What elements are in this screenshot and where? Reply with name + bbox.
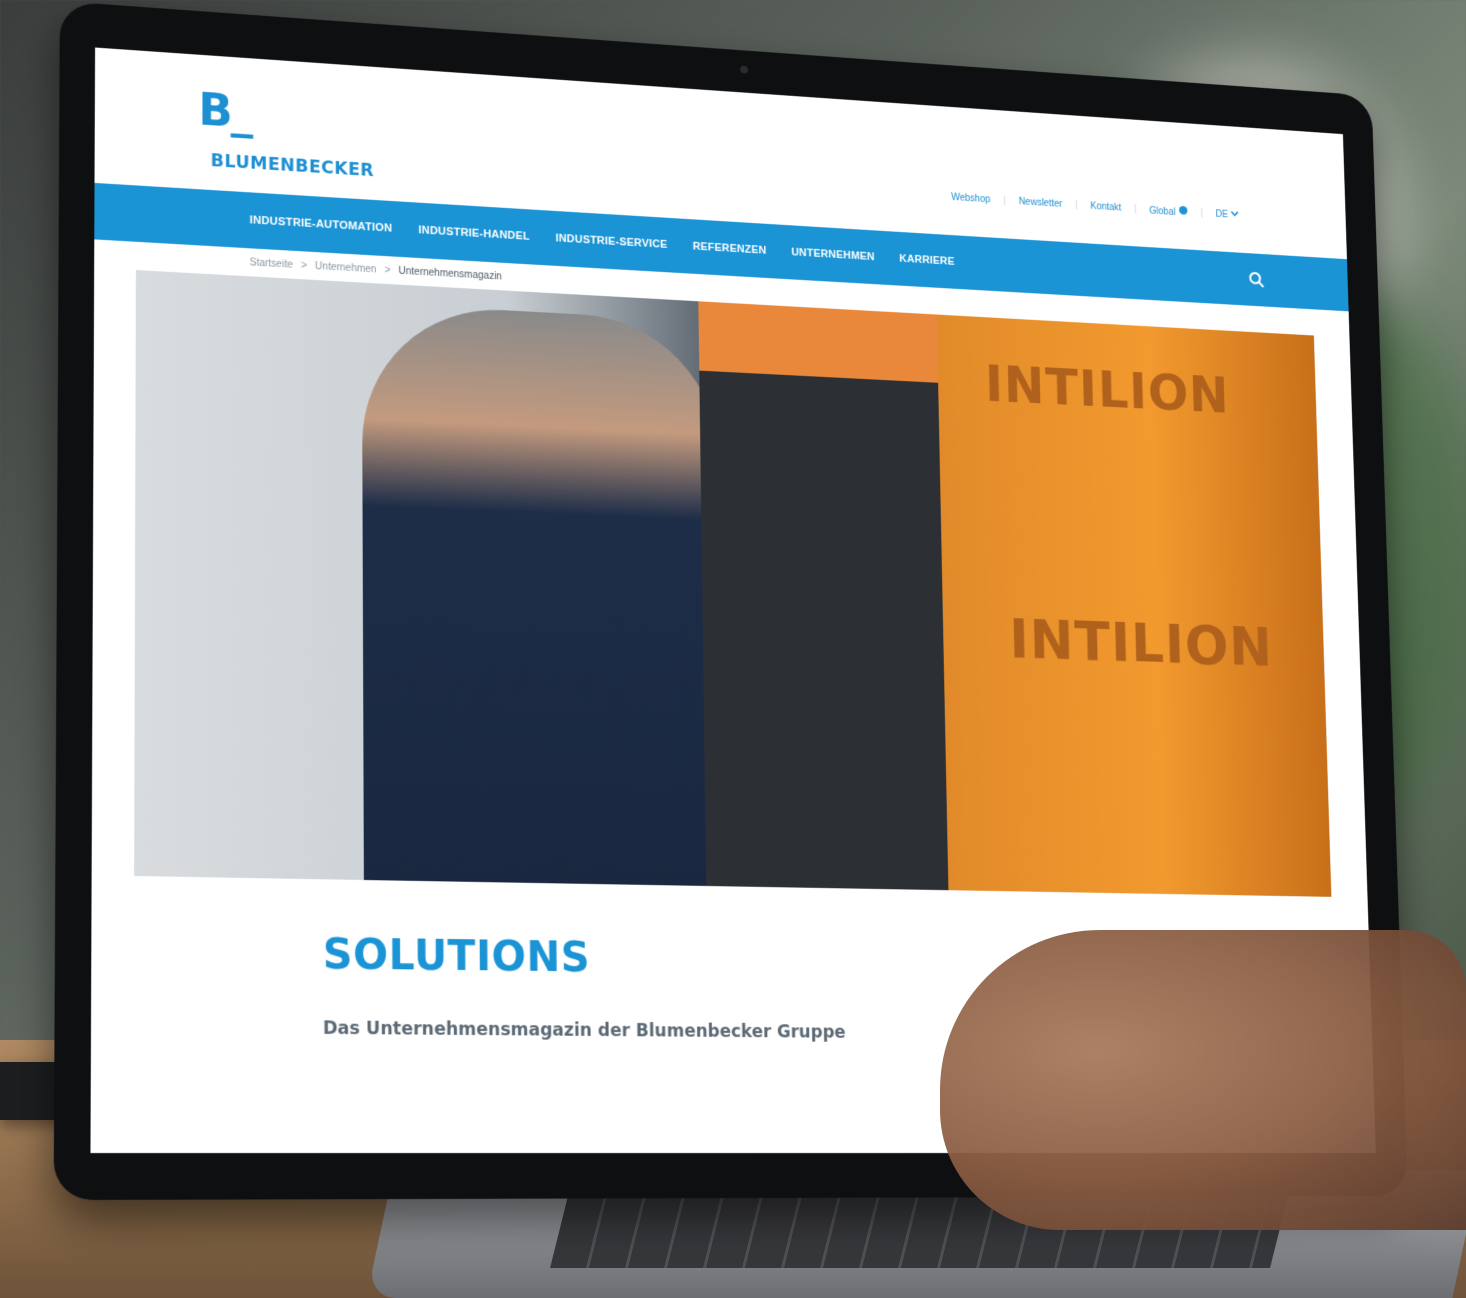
language-selector-value: DE xyxy=(1215,209,1229,221)
globe-icon xyxy=(1178,205,1188,215)
hero-battery-label: INTILION xyxy=(1008,607,1274,680)
language-selector[interactable]: DE xyxy=(1215,208,1238,221)
divider: | xyxy=(1075,199,1078,211)
search-button[interactable] xyxy=(1246,268,1268,292)
search-icon xyxy=(1248,271,1265,289)
nav-industrie-service[interactable]: INDUSTRIE-SERVICE xyxy=(555,233,667,251)
top-link-global[interactable]: Global xyxy=(1149,203,1188,219)
divider: | xyxy=(1134,203,1137,214)
top-link-global-label: Global xyxy=(1149,205,1176,218)
nav-referenzen[interactable]: REFERENZEN xyxy=(693,241,767,257)
webcam xyxy=(740,65,748,74)
hero-battery-label: INTILION xyxy=(984,355,1231,426)
laptop: B_ BLUMENBECKER Webshop | Newsletter | K… xyxy=(0,0,1466,1298)
breadcrumb-separator: > xyxy=(301,259,307,272)
divider: | xyxy=(1200,207,1204,219)
breadcrumb-current: Unternehmensmagazin xyxy=(398,265,502,282)
nav-industrie-automation[interactable]: INDUSTRIE-AUTOMATION xyxy=(250,214,393,234)
nav-karriere[interactable]: KARRIERE xyxy=(899,253,955,268)
chevron-down-icon xyxy=(1230,209,1238,218)
breadcrumb-unternehmen[interactable]: Unternehmen xyxy=(315,261,376,275)
top-link-newsletter[interactable]: Newsletter xyxy=(1019,196,1063,209)
divider: | xyxy=(1003,195,1006,206)
typing-hand xyxy=(940,930,1466,1230)
hero-worker xyxy=(361,302,726,897)
top-link-webshop[interactable]: Webshop xyxy=(951,192,990,205)
breadcrumb-startseite[interactable]: Startseite xyxy=(250,257,293,270)
top-link-kontakt[interactable]: Kontakt xyxy=(1090,201,1121,213)
breadcrumb-separator: > xyxy=(384,264,391,276)
blumenbecker-logo-icon[interactable]: B_ xyxy=(198,84,251,138)
top-links: Webshop | Newsletter | Kontakt | Global … xyxy=(951,190,1239,221)
logo-text[interactable]: BLUMENBECKER xyxy=(211,151,375,181)
nav-unternehmen[interactable]: UNTERNEHMEN xyxy=(791,247,875,263)
hero-image: INTILION INTILION xyxy=(134,270,1332,897)
hero-control-cabinet xyxy=(698,301,949,891)
nav-industrie-handel[interactable]: INDUSTRIE-HANDEL xyxy=(418,224,530,242)
